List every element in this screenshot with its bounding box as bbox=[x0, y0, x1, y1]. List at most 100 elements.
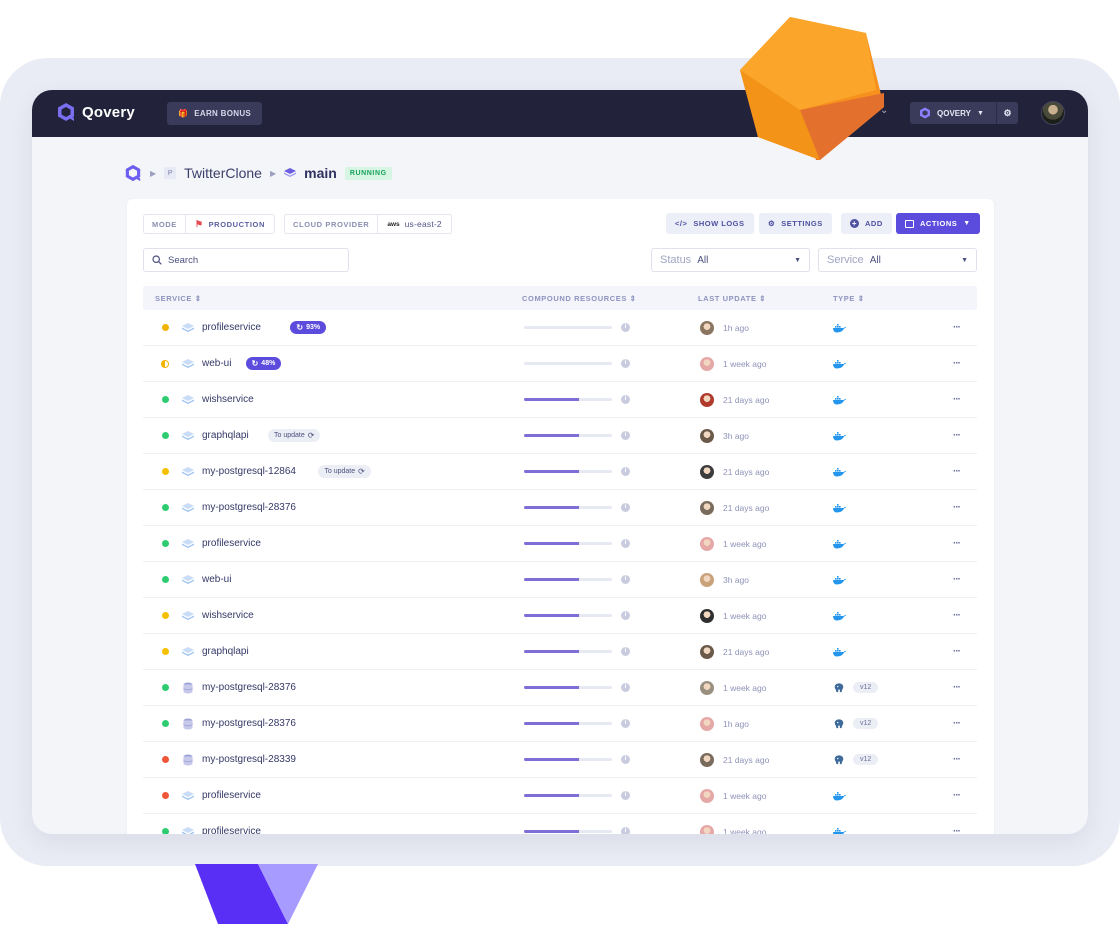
last-update-text: 1 week ago bbox=[723, 682, 767, 693]
more-options-icon[interactable]: ··· bbox=[953, 790, 961, 801]
service-name[interactable]: web-ui bbox=[202, 574, 231, 585]
avatar bbox=[700, 608, 714, 623]
info-icon[interactable]: i bbox=[621, 431, 630, 440]
more-options-icon[interactable]: ··· bbox=[953, 466, 961, 477]
more-options-icon[interactable]: ··· bbox=[953, 358, 961, 369]
qovery-home-icon[interactable] bbox=[124, 164, 142, 182]
spinner-icon: ↻ bbox=[251, 359, 259, 368]
earn-bonus-button[interactable]: 🎁 EARN BONUS bbox=[167, 102, 263, 125]
info-icon[interactable]: i bbox=[621, 719, 630, 728]
column-header-type[interactable]: TYPE ⇕ bbox=[833, 294, 865, 303]
resource-usage-bar bbox=[524, 794, 612, 797]
table-row[interactable]: profileservice i 1 week ago ··· bbox=[143, 814, 977, 834]
more-options-icon[interactable]: ··· bbox=[953, 610, 961, 621]
more-options-icon[interactable]: ··· bbox=[953, 754, 961, 765]
info-icon[interactable]: i bbox=[621, 575, 630, 584]
info-icon[interactable]: i bbox=[621, 611, 630, 620]
table-row[interactable]: wishservice i 1 week ago ··· bbox=[143, 598, 977, 634]
docker-icon bbox=[833, 323, 846, 332]
service-name[interactable]: my-postgresql-12864 bbox=[202, 466, 296, 477]
search-icon bbox=[152, 255, 162, 265]
status-indicator bbox=[162, 828, 169, 834]
info-icon[interactable]: i bbox=[621, 503, 630, 512]
service-filter-select[interactable]: Service All ▼ bbox=[818, 248, 977, 272]
service-name[interactable]: graphqlapi bbox=[202, 646, 249, 657]
resource-usage-bar bbox=[524, 506, 612, 509]
service-name[interactable]: wishservice bbox=[202, 610, 254, 621]
organization-switcher[interactable]: QOVERY ▼ ⚙ bbox=[910, 102, 1018, 124]
info-icon[interactable]: i bbox=[621, 395, 630, 404]
table-row[interactable]: my-postgresql-28376 i 21 days ago ··· bbox=[143, 490, 977, 526]
column-header-resources[interactable]: COMPOUND RESOURCES ⇕ bbox=[522, 294, 637, 303]
add-button[interactable]: + ADD bbox=[841, 213, 892, 234]
table-row[interactable]: my-postgresql-28376 i 1 week ago v12 ··· bbox=[143, 670, 977, 706]
service-name[interactable]: graphqlapi bbox=[202, 430, 249, 441]
breadcrumb-project[interactable]: TwitterClone bbox=[184, 165, 262, 181]
info-icon[interactable]: i bbox=[621, 323, 630, 332]
service-name[interactable]: my-postgresql-28376 bbox=[202, 682, 296, 693]
more-options-icon[interactable]: ··· bbox=[953, 718, 961, 729]
service-name[interactable]: profileservice bbox=[202, 322, 261, 333]
service-name[interactable]: web-ui bbox=[202, 358, 231, 369]
table-row[interactable]: my-postgresql-28339 i 21 days ago v12 ··· bbox=[143, 742, 977, 778]
column-header-service[interactable]: SERVICE ⇕ bbox=[155, 294, 202, 303]
more-options-icon[interactable]: ··· bbox=[953, 682, 961, 693]
search-input[interactable]: Search bbox=[143, 248, 349, 272]
more-options-icon[interactable]: ··· bbox=[953, 538, 961, 549]
service-name[interactable]: profileservice bbox=[202, 538, 261, 549]
gear-icon[interactable]: ⚙ bbox=[996, 102, 1018, 124]
service-name[interactable]: my-postgresql-28376 bbox=[202, 718, 296, 729]
more-options-icon[interactable]: ··· bbox=[953, 826, 961, 834]
table-row[interactable]: web-ui i 3h ago ··· bbox=[143, 562, 977, 598]
to-update-badge[interactable]: To update ⟳ bbox=[268, 429, 321, 442]
more-options-icon[interactable]: ··· bbox=[953, 322, 961, 333]
table-row[interactable]: graphqlapi i 21 days ago ··· bbox=[143, 634, 977, 670]
info-icon[interactable]: i bbox=[621, 647, 630, 656]
column-header-last-update[interactable]: LAST UPDATE ⇕ bbox=[698, 294, 766, 303]
application-icon bbox=[182, 790, 194, 800]
table-row[interactable]: my-postgresql-28376 i 1h ago v12 ··· bbox=[143, 706, 977, 742]
table-row[interactable]: wishservice i 21 days ago ··· bbox=[143, 382, 977, 418]
info-icon[interactable]: i bbox=[621, 683, 630, 692]
caret-down-icon: ▼ bbox=[794, 256, 801, 264]
info-icon[interactable]: i bbox=[621, 467, 630, 476]
table-row[interactable]: profileservice i 1 week ago ··· bbox=[143, 778, 977, 814]
table-row[interactable]: graphqlapi To update ⟳ i 3h ago ··· bbox=[143, 418, 977, 454]
more-options-icon[interactable]: ··· bbox=[953, 646, 961, 657]
service-name[interactable]: profileservice bbox=[202, 790, 261, 801]
version-badge: v12 bbox=[853, 754, 879, 765]
earn-bonus-label: EARN BONUS bbox=[194, 109, 252, 118]
info-icon[interactable]: i bbox=[621, 539, 630, 548]
resource-usage-bar bbox=[524, 722, 612, 725]
to-update-badge[interactable]: To update ⟳ bbox=[318, 465, 371, 478]
info-icon[interactable]: i bbox=[621, 827, 630, 834]
add-label: ADD bbox=[865, 219, 883, 228]
service-name[interactable]: my-postgresql-28339 bbox=[202, 754, 296, 765]
show-logs-button[interactable]: </> SHOW LOGS bbox=[666, 213, 754, 234]
status-filter-select[interactable]: Status All ▼ bbox=[651, 248, 810, 272]
user-avatar[interactable] bbox=[1041, 101, 1065, 125]
qovery-logo-icon bbox=[58, 103, 74, 121]
service-name[interactable]: my-postgresql-28376 bbox=[202, 502, 296, 513]
more-options-icon[interactable]: ··· bbox=[953, 394, 961, 405]
service-name[interactable]: wishservice bbox=[202, 394, 254, 405]
qovery-logo[interactable]: Qovery bbox=[56, 102, 135, 122]
actions-button[interactable]: ACTIONS ▼ bbox=[896, 213, 980, 234]
info-icon[interactable]: i bbox=[621, 359, 630, 368]
info-icon[interactable]: i bbox=[621, 755, 630, 764]
more-options-icon[interactable]: ··· bbox=[953, 430, 961, 441]
refresh-icon: ⟳ bbox=[358, 467, 365, 476]
breadcrumb-environment[interactable]: main bbox=[304, 165, 337, 181]
status-indicator bbox=[162, 792, 169, 799]
table-row[interactable]: profileservice i 1 week ago ··· bbox=[143, 526, 977, 562]
service-name[interactable]: profileservice bbox=[202, 826, 261, 834]
services-table-body: profileservice ↻ 93% i 1h ago ··· web-ui ↻ 48% i 1… bbox=[143, 310, 977, 834]
more-options-icon[interactable]: ··· bbox=[953, 502, 961, 513]
info-icon[interactable]: i bbox=[621, 791, 630, 800]
table-row[interactable]: my-postgresql-12864 To update ⟳ i 21 days ag… bbox=[143, 454, 977, 490]
table-row[interactable]: profileservice ↻ 93% i 1h ago ··· bbox=[143, 310, 977, 346]
table-row[interactable]: web-ui ↻ 48% i 1 week ago ··· bbox=[143, 346, 977, 382]
settings-button[interactable]: ⚙ SETTINGS bbox=[759, 213, 832, 234]
more-options-icon[interactable]: ··· bbox=[953, 574, 961, 585]
breadcrumb: ▶ P TwitterClone ▶ main RUNNING bbox=[124, 164, 392, 182]
